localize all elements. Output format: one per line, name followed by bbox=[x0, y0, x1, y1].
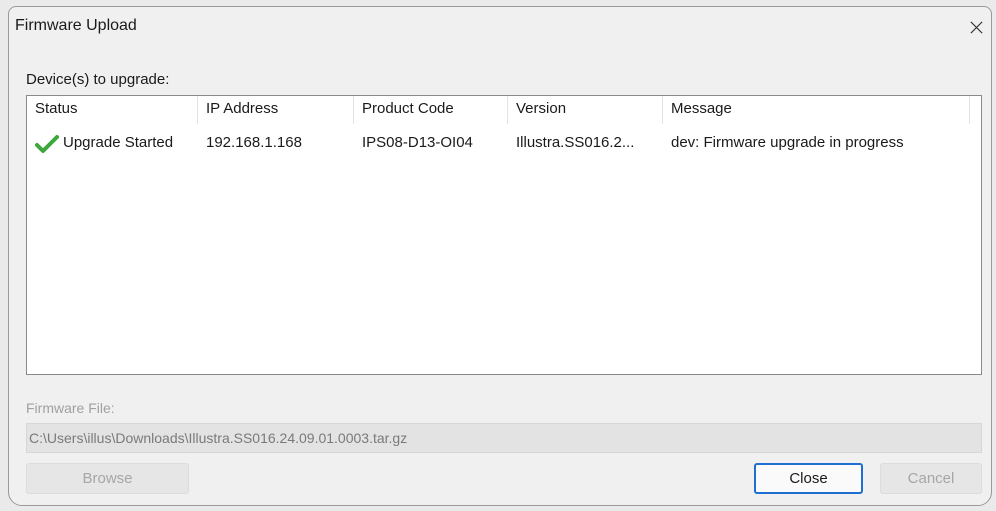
cell-status: Upgrade Started bbox=[63, 134, 174, 151]
firmware-file-path-field[interactable]: C:\Users\illus\Downloads\Illustra.SS016.… bbox=[26, 423, 982, 453]
column-header-message[interactable]: Message bbox=[663, 96, 970, 124]
browse-button[interactable]: Browse bbox=[26, 463, 189, 494]
column-header-product-code[interactable]: Product Code bbox=[354, 96, 508, 124]
cell-version: Illustra.SS016.2... bbox=[516, 134, 635, 151]
close-button[interactable]: Close bbox=[754, 463, 863, 494]
window-title: Firmware Upload bbox=[15, 17, 137, 34]
column-header-ip-address[interactable]: IP Address bbox=[198, 96, 354, 124]
checkmark-icon bbox=[35, 135, 59, 153]
cell-message: dev: Firmware upgrade in progress bbox=[671, 134, 904, 151]
firmware-file-label: Firmware File: bbox=[26, 400, 115, 416]
table-row[interactable]: Upgrade Started 192.168.1.168 IPS08-D13-… bbox=[27, 130, 981, 156]
column-header-version[interactable]: Version bbox=[508, 96, 663, 124]
cancel-button[interactable]: Cancel bbox=[880, 463, 982, 494]
cell-ip-address: 192.168.1.168 bbox=[206, 134, 302, 151]
close-icon bbox=[969, 20, 983, 34]
cell-product-code: IPS08-D13-OI04 bbox=[362, 134, 473, 151]
list-header: Status IP Address Product Code Version M… bbox=[27, 96, 981, 124]
column-header-status[interactable]: Status bbox=[27, 96, 198, 124]
title-bar: Firmware Upload bbox=[9, 7, 991, 49]
window-close-button[interactable] bbox=[965, 16, 987, 38]
devices-label: Device(s) to upgrade: bbox=[26, 71, 170, 88]
firmware-upload-dialog: Firmware Upload Device(s) to upgrade: St… bbox=[8, 6, 992, 506]
devices-list[interactable]: Status IP Address Product Code Version M… bbox=[26, 95, 982, 375]
